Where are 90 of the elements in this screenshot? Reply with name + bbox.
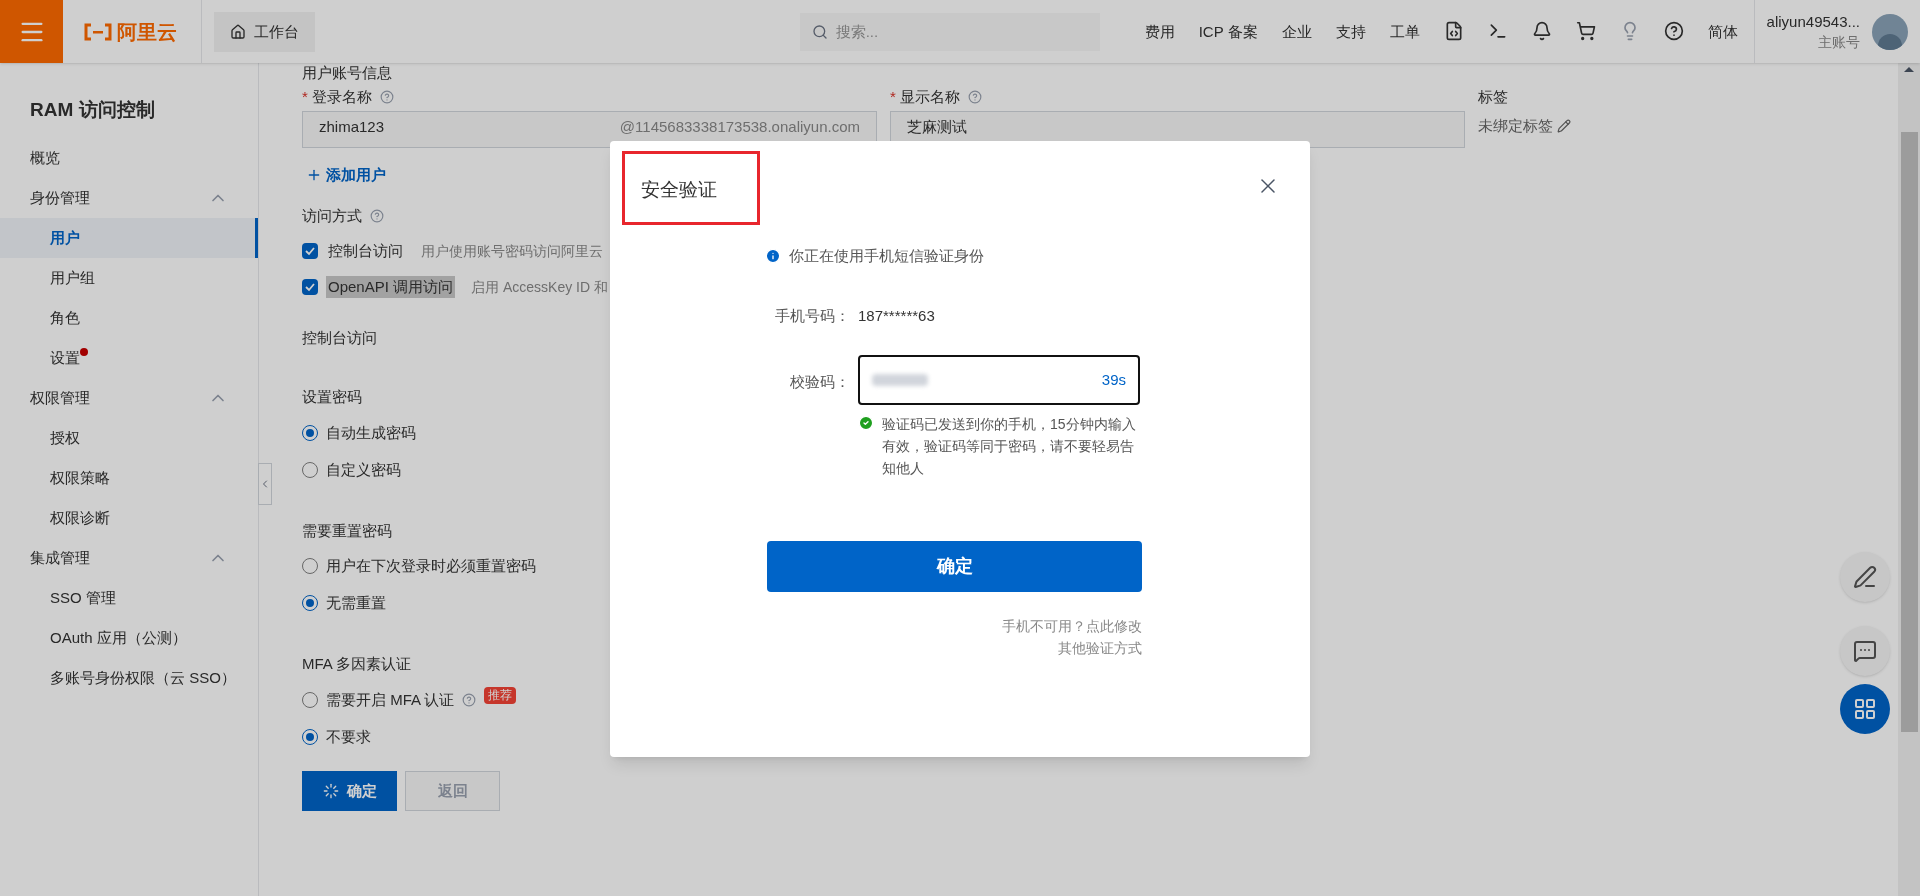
menu-button[interactable] (0, 0, 63, 63)
text-field[interactable]: zhima123 @1145683338173538.onaliyun.com (302, 111, 877, 148)
field-label: 显示名称 (899, 87, 960, 108)
bell-icon[interactable] (1531, 21, 1552, 42)
tags-value: 未绑定标签 (1478, 116, 1553, 136)
alternate-link[interactable]: 其他验证方式 (1058, 637, 1142, 659)
recommend-tag: 推荐 (484, 686, 517, 705)
collapse-handle[interactable] (258, 463, 272, 505)
sidebar-item[interactable]: 多账号身份权限（云 SSO） (50, 667, 236, 689)
success-icon (858, 415, 874, 431)
apps-button[interactable] (1840, 684, 1890, 734)
option-description: 用户使用账号密码访问阿里云 (421, 241, 603, 261)
radio-label[interactable]: 自动生成密码 (326, 421, 416, 444)
workbench-button[interactable]: 工作台 (214, 11, 315, 52)
sidebar-item[interactable]: 设置 (50, 347, 80, 369)
help-icon[interactable] (1663, 21, 1684, 42)
sidebar-item[interactable]: 角色 (50, 307, 80, 329)
logo-icon (83, 22, 113, 41)
hint-text: 验证码已发送到你的手机，15分钟内输入有效，验证码等同于密码，请不要轻易告知他人 (882, 415, 1137, 478)
field-label: 访问方式 (302, 206, 362, 227)
search-field[interactable]: 搜索... (799, 12, 1100, 51)
cart-icon[interactable] (1575, 21, 1596, 42)
checkbox[interactable] (302, 242, 318, 259)
avatar[interactable] (1872, 13, 1908, 50)
radio-button[interactable] (302, 728, 318, 745)
required-marker: * (890, 87, 896, 108)
section-title: 控制台访问 (302, 327, 378, 348)
sidebar-group[interactable]: 权限管理 (0, 378, 258, 419)
sidebar-group[interactable]: 集成管理 (0, 538, 258, 579)
radio-label[interactable]: 无需重置 (326, 592, 386, 614)
edit-icon[interactable] (1557, 118, 1571, 133)
radio-button[interactable] (302, 424, 318, 441)
phone-label: 手机号码： (774, 306, 850, 326)
account-name[interactable]: aliyun49543... (1766, 11, 1860, 32)
add-user-link[interactable]: 添加用户 (306, 164, 386, 186)
group-title: 需要重置密码 (302, 520, 393, 541)
sidebar-item[interactable]: SSO 管理 (50, 587, 116, 609)
code-label: 校验码： (789, 372, 850, 392)
sidebar-item[interactable]: 权限策略 (50, 467, 110, 489)
nav-link[interactable]: 企业 (1281, 20, 1312, 43)
checkbox-label[interactable]: OpenAPI 调用访问 (326, 276, 456, 298)
radio-label[interactable]: 需要开启 MFA 认证 (326, 688, 455, 711)
radio-label[interactable]: 自定义密码 (326, 458, 401, 481)
group-title: 设置密码 (302, 387, 363, 408)
nav-link[interactable]: 支持 (1335, 20, 1366, 43)
field-label: 标签 (1478, 87, 1509, 107)
info-icon (765, 247, 781, 264)
search-icon (811, 23, 828, 40)
spinner-icon (322, 782, 339, 799)
radio-button[interactable] (302, 691, 318, 708)
pen-icon (1853, 565, 1877, 589)
notice-text: 你正在使用手机短信验证身份 (789, 246, 984, 266)
confirm-button[interactable]: 确定 (767, 541, 1142, 592)
radio-label[interactable]: 不要求 (326, 725, 371, 748)
phone-number: 187******63 (858, 306, 935, 326)
radio-button[interactable] (302, 595, 318, 612)
alternate-link[interactable]: 手机不可用？点此修改 (1002, 615, 1142, 637)
field-label: 登录名称 (311, 87, 372, 108)
section-title: 用户账号信息 (302, 63, 393, 83)
language-link[interactable]: 简体 (1707, 20, 1738, 43)
countdown: 39s (1101, 370, 1126, 391)
sidebar-item[interactable]: 授权 (50, 427, 80, 449)
home-icon (230, 23, 246, 40)
sidebar-item[interactable]: 用户 (50, 227, 80, 249)
confirm-button[interactable]: 确定 (302, 770, 397, 811)
account-type: 主账号 (1818, 32, 1860, 52)
feedback-button[interactable] (1840, 552, 1890, 602)
dialog-title: 安全验证 (641, 178, 717, 202)
radio-button[interactable] (302, 558, 318, 575)
checkbox-label[interactable]: 控制台访问 (326, 240, 405, 262)
sidebar-title: RAM 访问控制 (29, 98, 156, 122)
logo-text: 阿里云 (117, 19, 177, 45)
radio-button[interactable] (302, 461, 318, 478)
code-input[interactable]: 39s (858, 355, 1140, 405)
blurred-value (872, 374, 928, 386)
group-title: MFA 多因素认证 (302, 654, 413, 675)
nav-link[interactable]: 费用 (1144, 20, 1175, 43)
chat-button[interactable] (1840, 626, 1890, 676)
chat-icon (1853, 639, 1877, 663)
sidebar-item[interactable]: OAuth 应用（公测） (50, 627, 187, 649)
grid-icon (1853, 697, 1877, 721)
sidebar-item[interactable]: 用户组 (50, 267, 95, 289)
checkbox[interactable] (302, 278, 318, 295)
sidebar-item[interactable]: 概览 (0, 138, 258, 179)
required-marker: * (302, 87, 308, 108)
sidebar-item[interactable]: 权限诊断 (50, 507, 110, 529)
option-description: 启用 AccessKey ID 和 (471, 277, 608, 297)
radio-label[interactable]: 用户在下次登录时必须重置密码 (326, 555, 536, 577)
nav-link[interactable]: ICP 备案 (1198, 20, 1258, 43)
nav-link[interactable]: 工单 (1389, 20, 1420, 43)
